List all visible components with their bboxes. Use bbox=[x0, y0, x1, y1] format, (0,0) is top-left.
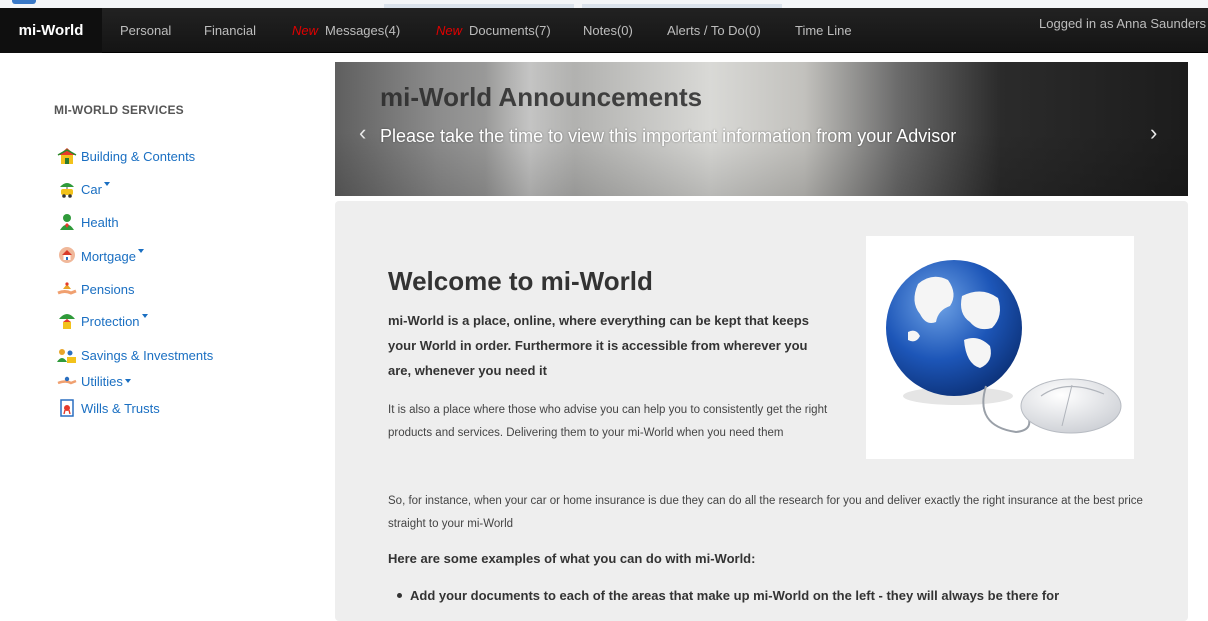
brand-link[interactable]: mi-World bbox=[0, 8, 102, 53]
nav-personal[interactable]: Personal bbox=[120, 8, 171, 53]
car-umbrella-icon bbox=[57, 180, 77, 198]
carousel-prev-icon[interactable]: ‹ bbox=[359, 120, 366, 146]
house-umbrella-icon bbox=[57, 147, 77, 165]
nav-timeline-label: Time Line bbox=[795, 23, 852, 38]
browser-top-strip bbox=[0, 0, 1208, 8]
chevron-down-icon bbox=[137, 249, 144, 253]
sidebar-item-label: Protection bbox=[81, 313, 140, 329]
nav-documents-label: Documents(7) bbox=[469, 23, 551, 38]
chevron-down-icon bbox=[141, 314, 148, 318]
examples-heading: Here are some examples of what you can d… bbox=[388, 551, 756, 566]
mortgage-hands-house-icon bbox=[57, 246, 77, 266]
list-item: Add your documents to each of the areas … bbox=[397, 588, 1059, 603]
nav-messages-label: Messages(4) bbox=[325, 23, 401, 38]
new-badge: New bbox=[292, 23, 319, 38]
sidebar-item-label: Health bbox=[81, 214, 119, 230]
nav-personal-label: Personal bbox=[120, 23, 172, 38]
sidebar-item-car[interactable]: Car bbox=[57, 179, 110, 199]
nav-alerts-label: Alerts / To Do(0) bbox=[667, 23, 761, 38]
sidebar-item-label: Pensions bbox=[81, 281, 135, 297]
sidebar-item-label: Wills & Trusts bbox=[81, 400, 160, 416]
globe-mouse-image bbox=[866, 236, 1134, 459]
nav-documents[interactable]: New Documents(7) bbox=[436, 8, 551, 53]
welcome-panel: Welcome to mi-World mi-World is a place,… bbox=[335, 201, 1188, 621]
nav-notes-label: Notes(0) bbox=[583, 23, 633, 38]
welcome-heading: Welcome to mi-World bbox=[388, 266, 653, 296]
intro-lead-text: mi-World is a place, online, where every… bbox=[388, 313, 809, 378]
pension-hand-icon bbox=[57, 280, 77, 298]
sidebar-item-mortgage[interactable]: Mortgage bbox=[57, 246, 144, 266]
chevron-down-icon bbox=[103, 182, 110, 186]
nav-financial-label: Financial bbox=[204, 23, 257, 38]
nav-messages[interactable]: New Messages(4) bbox=[292, 8, 400, 53]
top-navbar: mi-World Personal Financial New Messages(… bbox=[0, 8, 1208, 53]
sidebar-item-utilities[interactable]: Utilities bbox=[57, 371, 131, 391]
sidebar-item-savings-investments[interactable]: Savings & Investments bbox=[57, 345, 213, 365]
wills-document-icon bbox=[57, 399, 77, 417]
bullet-icon bbox=[397, 593, 402, 598]
sidebar-item-protection[interactable]: Protection bbox=[57, 311, 148, 331]
nav-notes[interactable]: Notes(0) bbox=[583, 8, 633, 53]
sidebar-item-building-contents[interactable]: Building & Contents bbox=[57, 146, 195, 166]
protection-umbrella-icon bbox=[57, 311, 77, 331]
browser-indicator bbox=[12, 0, 36, 4]
announcements-title: mi-World Announcements bbox=[380, 82, 703, 112]
chevron-down-icon bbox=[124, 379, 131, 383]
new-badge: New bbox=[436, 23, 463, 38]
sidebar-item-label: Utilities bbox=[81, 373, 123, 389]
nav-timeline[interactable]: Time Line bbox=[795, 8, 852, 53]
list-item-text: Add your documents to each of the areas … bbox=[410, 588, 1060, 603]
sidebar-item-pensions[interactable]: Pensions bbox=[57, 279, 134, 299]
utilities-hand-icon bbox=[57, 372, 77, 390]
carousel-next-icon[interactable]: › bbox=[1150, 120, 1157, 146]
sidebar-item-health[interactable]: Health bbox=[57, 212, 119, 232]
nav-financial[interactable]: Financial bbox=[204, 8, 256, 53]
savings-people-icon bbox=[57, 346, 77, 364]
services-title: MI-WORLD SERVICES bbox=[54, 103, 184, 117]
insurance-example-paragraph: So, for instance, when your car or home … bbox=[388, 495, 1143, 530]
announcement-text: Please take the time to view this import… bbox=[380, 126, 957, 146]
sidebar-item-label: Mortgage bbox=[81, 248, 136, 264]
sidebar-item-label: Savings & Investments bbox=[81, 347, 214, 363]
nav-alerts[interactable]: Alerts / To Do(0) bbox=[667, 8, 761, 53]
announcements-carousel: mi-World Announcements ‹ Please take the… bbox=[335, 62, 1188, 196]
sidebar-item-wills-trusts[interactable]: Wills & Trusts bbox=[57, 398, 160, 418]
logged-in-user: Logged in as Anna Saunders bbox=[1039, 16, 1206, 31]
sidebar-item-label: Car bbox=[81, 181, 102, 197]
health-icon bbox=[57, 213, 77, 231]
sidebar-item-label: Building & Contents bbox=[81, 148, 196, 164]
advisor-paragraph: It is also a place where those who advis… bbox=[388, 404, 828, 439]
